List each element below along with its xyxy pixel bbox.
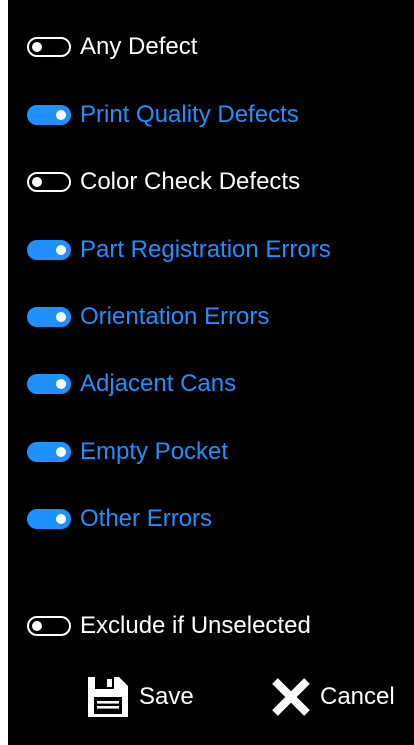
toggle-switch-orientation-errors[interactable]	[27, 307, 71, 327]
toggle-label-exclude-if-unselected: Exclude if Unselected	[80, 612, 311, 639]
toggle-switch-print-quality-defects[interactable]	[27, 105, 71, 125]
toggle-label-other-errors: Other Errors	[80, 505, 213, 532]
toggle-row-empty-pocket[interactable]: Empty Pocket	[27, 434, 228, 470]
toggle-row-part-registration-errors[interactable]: Part Registration Errors	[27, 232, 331, 268]
toggle-label-color-check-defects: Color Check Defects	[80, 168, 301, 195]
toggle-row-any-defect[interactable]: Any Defect	[27, 29, 197, 65]
toggle-switch-part-registration-errors[interactable]	[27, 240, 71, 260]
cancel-button[interactable]: Cancel	[270, 673, 395, 721]
toggle-row-other-errors[interactable]: Other Errors	[27, 501, 212, 537]
toggle-row-exclude-if-unselected[interactable]: Exclude if Unselected	[27, 608, 311, 644]
toggle-switch-color-check-defects[interactable]	[27, 172, 71, 192]
toggle-switch-exclude-if-unselected[interactable]	[27, 616, 71, 636]
toggle-label-adjacent-cans: Adjacent Cans	[80, 370, 237, 397]
toggle-row-color-check-defects[interactable]: Color Check Defects	[27, 164, 300, 200]
toggle-label-empty-pocket: Empty Pocket	[80, 438, 229, 465]
toggle-label-print-quality-defects: Print Quality Defects	[80, 101, 299, 128]
toggle-label-orientation-errors: Orientation Errors	[80, 303, 270, 330]
toggle-label-part-registration-errors: Part Registration Errors	[80, 236, 331, 263]
save-button[interactable]: Save	[85, 673, 194, 721]
toggle-row-adjacent-cans[interactable]: Adjacent Cans	[27, 366, 236, 402]
defect-filter-panel: Any Defect Print Quality Defects Color C…	[0, 0, 414, 745]
toggle-switch-other-errors[interactable]	[27, 509, 71, 529]
toggle-row-orientation-errors[interactable]: Orientation Errors	[27, 299, 269, 335]
floppy-disk-icon	[85, 674, 131, 720]
toggle-label-any-defect: Any Defect	[80, 33, 198, 60]
toggle-switch-any-defect[interactable]	[27, 37, 71, 57]
close-x-icon	[270, 676, 312, 718]
toggle-row-print-quality-defects[interactable]: Print Quality Defects	[27, 97, 299, 133]
save-button-label: Save	[139, 683, 194, 710]
cancel-button-label: Cancel	[320, 683, 395, 710]
toggle-switch-adjacent-cans[interactable]	[27, 374, 71, 394]
toggle-switch-empty-pocket[interactable]	[27, 442, 71, 462]
